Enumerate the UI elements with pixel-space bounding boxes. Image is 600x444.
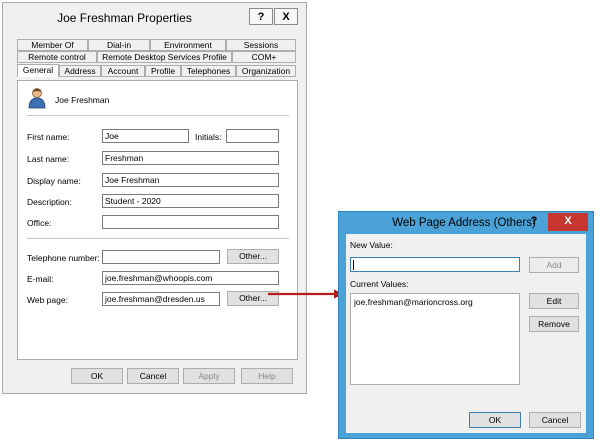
dialog-client: New Value: Add Current Values: joe.fresh… [346,234,586,433]
ok-button[interactable]: OK [469,412,521,428]
web-page-address-dialog: Web Page Address (Others) ? X New Value:… [338,211,594,439]
add-button[interactable]: Add [529,257,579,273]
close-icon[interactable]: X [548,213,588,231]
new-value-input[interactable] [350,257,520,272]
current-values-label: Current Values: [350,279,409,289]
new-value-label: New Value: [350,240,393,250]
remove-button[interactable]: Remove [529,316,579,332]
text-cursor [353,259,354,270]
edit-button[interactable]: Edit [529,293,579,309]
cancel-button[interactable]: Cancel [529,412,581,428]
tab-general[interactable]: General [17,64,59,77]
list-item[interactable]: joe.freshman@marioncross.org [354,297,473,307]
help-icon[interactable]: ? [522,213,546,231]
current-values-list[interactable]: joe.freshman@marioncross.org [350,293,520,385]
